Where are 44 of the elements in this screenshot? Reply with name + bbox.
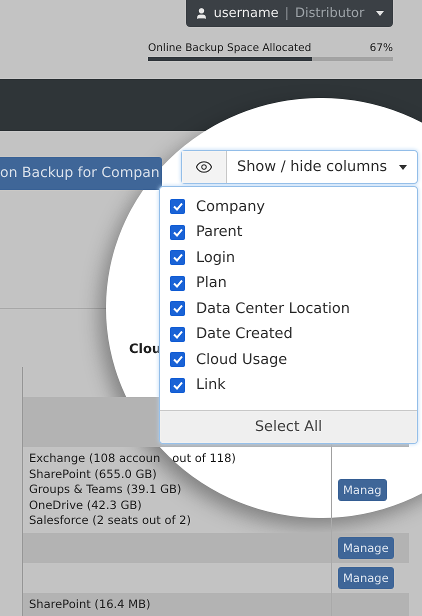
- column-option[interactable]: Cloud Usage: [170, 347, 417, 372]
- column-option[interactable]: Date Created: [170, 322, 417, 347]
- show-hide-columns-button[interactable]: Show / hide columns: [181, 150, 418, 184]
- caret-icon: [376, 11, 384, 16]
- user-icon: [194, 7, 208, 20]
- check-icon: [172, 355, 182, 364]
- backup-button[interactable]: on Backup for Compan: [0, 156, 162, 190]
- column-option[interactable]: Login: [170, 245, 417, 270]
- checkbox[interactable]: [170, 199, 185, 214]
- checkbox[interactable]: [170, 276, 185, 291]
- manage-button[interactable]: Manage: [338, 536, 394, 558]
- column-option[interactable]: Plan: [170, 270, 417, 296]
- checkbox[interactable]: [170, 352, 185, 368]
- check-icon: [172, 253, 182, 262]
- check-icon: [172, 278, 182, 288]
- checkbox[interactable]: [170, 326, 185, 342]
- manage-button[interactable]: Manag: [338, 478, 387, 501]
- usage-text: Salesforce (2 seats out of 2): [29, 513, 192, 528]
- check-icon: [172, 202, 182, 212]
- checkbox[interactable]: [170, 224, 185, 240]
- allocation-reading: 67%: [370, 42, 393, 54]
- column-option[interactable]: Data Center Location: [170, 296, 417, 322]
- eye-icon: [195, 158, 213, 176]
- checkbox[interactable]: [170, 301, 185, 316]
- usage-text: SharePoint (16.4 MB): [29, 596, 152, 612]
- check-icon: [172, 304, 182, 314]
- usage-text: out of 118): [172, 451, 236, 466]
- user-menu[interactable]: username | Distributor: [186, 0, 393, 27]
- checkbox[interactable]: [170, 250, 185, 266]
- usage-text: Exchange (108 accoun: [29, 451, 160, 466]
- column-option[interactable]: Company: [170, 194, 417, 220]
- usage-text: OneDrive (42.3 GB): [29, 498, 143, 513]
- usage-text: Groups & Teams (39.1 GB): [29, 482, 182, 498]
- check-icon: [172, 330, 182, 339]
- usage-text: SharePoint (655.0 GB): [29, 466, 158, 482]
- checkbox[interactable]: [170, 378, 185, 393]
- check-icon: [172, 228, 182, 237]
- select-all-button[interactable]: Select All: [160, 410, 417, 443]
- check-icon: [172, 380, 182, 390]
- column-option[interactable]: Parent: [170, 220, 417, 245]
- caret-icon: [399, 164, 407, 170]
- manage-button[interactable]: Manage: [338, 566, 394, 588]
- allocation-label: Online Backup Space Allocated: [148, 42, 312, 54]
- column-option[interactable]: Link: [170, 372, 417, 398]
